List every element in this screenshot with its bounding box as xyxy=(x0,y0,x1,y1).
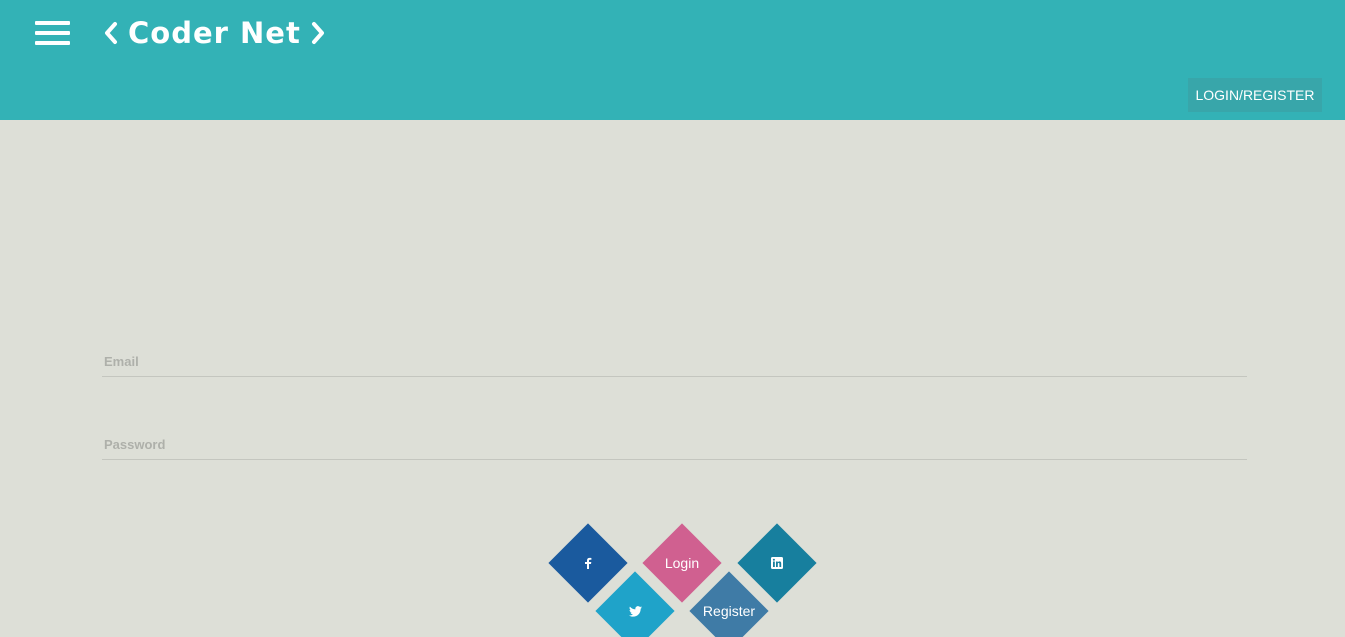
brand-name: Coder Net xyxy=(128,16,301,50)
email-field-wrapper xyxy=(102,337,1247,377)
top-bar: Coder Net LOGIN/REGISTER xyxy=(0,0,1345,120)
twitter-icon xyxy=(628,605,642,617)
register-label: Register xyxy=(702,603,756,619)
login-register-button[interactable]: LOGIN/REGISTER xyxy=(1188,78,1322,112)
linkedin-icon xyxy=(771,557,783,569)
facebook-icon xyxy=(585,557,592,569)
password-field[interactable] xyxy=(102,420,1247,459)
email-field[interactable] xyxy=(102,337,1247,376)
chevron-right-icon xyxy=(311,22,324,44)
site-logo[interactable]: Coder Net xyxy=(104,14,325,52)
password-field-wrapper xyxy=(102,420,1247,460)
chevron-left-icon xyxy=(105,22,117,44)
menu-icon[interactable] xyxy=(35,21,70,45)
